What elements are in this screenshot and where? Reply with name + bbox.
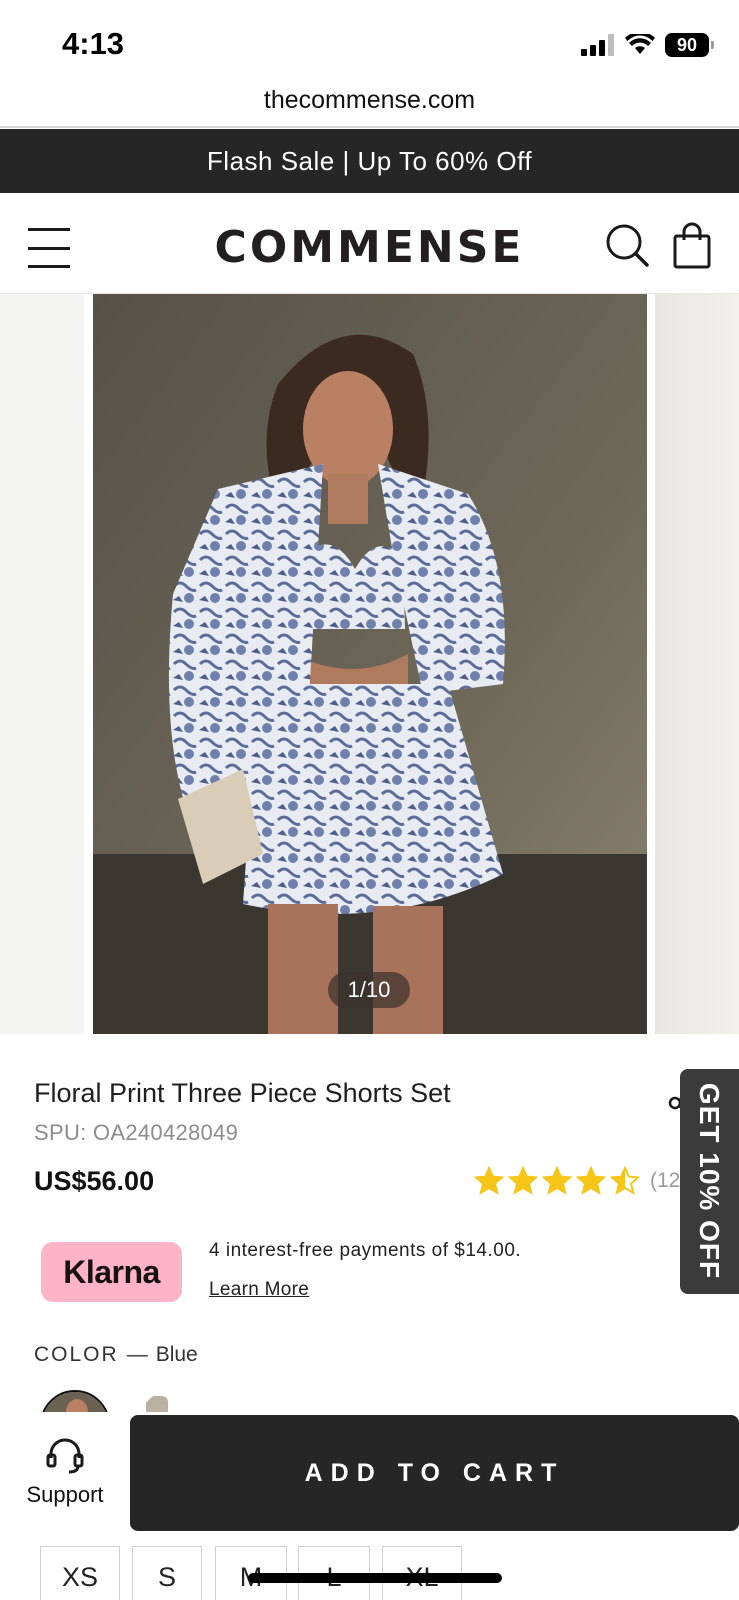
gallery-next-image[interactable] xyxy=(655,294,739,1034)
discount-side-tab-label: GET 10% OFF xyxy=(694,1082,725,1280)
size-option-s[interactable]: S xyxy=(132,1546,202,1600)
status-icons: 90 xyxy=(581,30,714,60)
product-rating[interactable]: (12) xyxy=(474,1166,687,1196)
site-header: COMMENSE xyxy=(0,208,739,294)
divider xyxy=(0,126,739,128)
color-separator: — xyxy=(126,1343,148,1366)
product-photo-illustration xyxy=(93,294,647,1034)
bottom-action-bar: Support ADD TO CART xyxy=(0,1412,739,1532)
star-half-icon xyxy=(610,1166,640,1195)
battery-indicator: 90 xyxy=(665,33,714,57)
star-full-icon xyxy=(474,1166,504,1195)
status-time: 4:13 xyxy=(62,26,125,61)
klarna-installments-text: 4 interest-free payments of $14.00. xyxy=(209,1240,522,1261)
gallery-prev-image[interactable] xyxy=(0,294,84,1034)
star-full-icon xyxy=(508,1166,538,1195)
color-selector-label: COLOR — Blue xyxy=(34,1343,198,1367)
color-label: COLOR xyxy=(34,1343,119,1366)
discount-side-tab[interactable]: GET 10% OFF xyxy=(680,1069,739,1294)
image-counter: 1/10 xyxy=(328,972,410,1008)
headset-icon xyxy=(46,1438,84,1474)
product-spu: SPU: OA240428049 xyxy=(34,1120,239,1145)
status-bar: 4:13 90 xyxy=(0,0,739,82)
color-value: Blue xyxy=(155,1343,198,1366)
support-button[interactable]: Support xyxy=(18,1436,112,1518)
home-indicator xyxy=(248,1573,502,1583)
search-icon[interactable] xyxy=(604,222,650,268)
support-label: Support xyxy=(26,1482,104,1507)
product-title: Floral Print Three Piece Shorts Set xyxy=(34,1078,451,1108)
product-price: US$56.00 xyxy=(34,1166,155,1196)
signal-icon xyxy=(581,34,614,56)
address-bar[interactable]: thecommense.com xyxy=(0,82,739,126)
product-gallery[interactable]: 1/10 xyxy=(0,294,739,1034)
star-full-icon xyxy=(576,1166,606,1195)
product-image[interactable] xyxy=(93,294,647,1034)
add-to-cart-button[interactable]: ADD TO CART xyxy=(130,1415,739,1531)
klarna-logo: Klarna xyxy=(41,1242,182,1302)
size-option-xs[interactable]: XS xyxy=(40,1546,120,1600)
promo-banner[interactable]: Flash Sale | Up To 60% Off xyxy=(0,129,739,193)
wifi-icon xyxy=(625,34,655,54)
star-full-icon xyxy=(542,1166,572,1195)
klarna-learn-more-link[interactable]: Learn More xyxy=(209,1279,309,1301)
shopping-bag-icon[interactable] xyxy=(672,222,712,270)
